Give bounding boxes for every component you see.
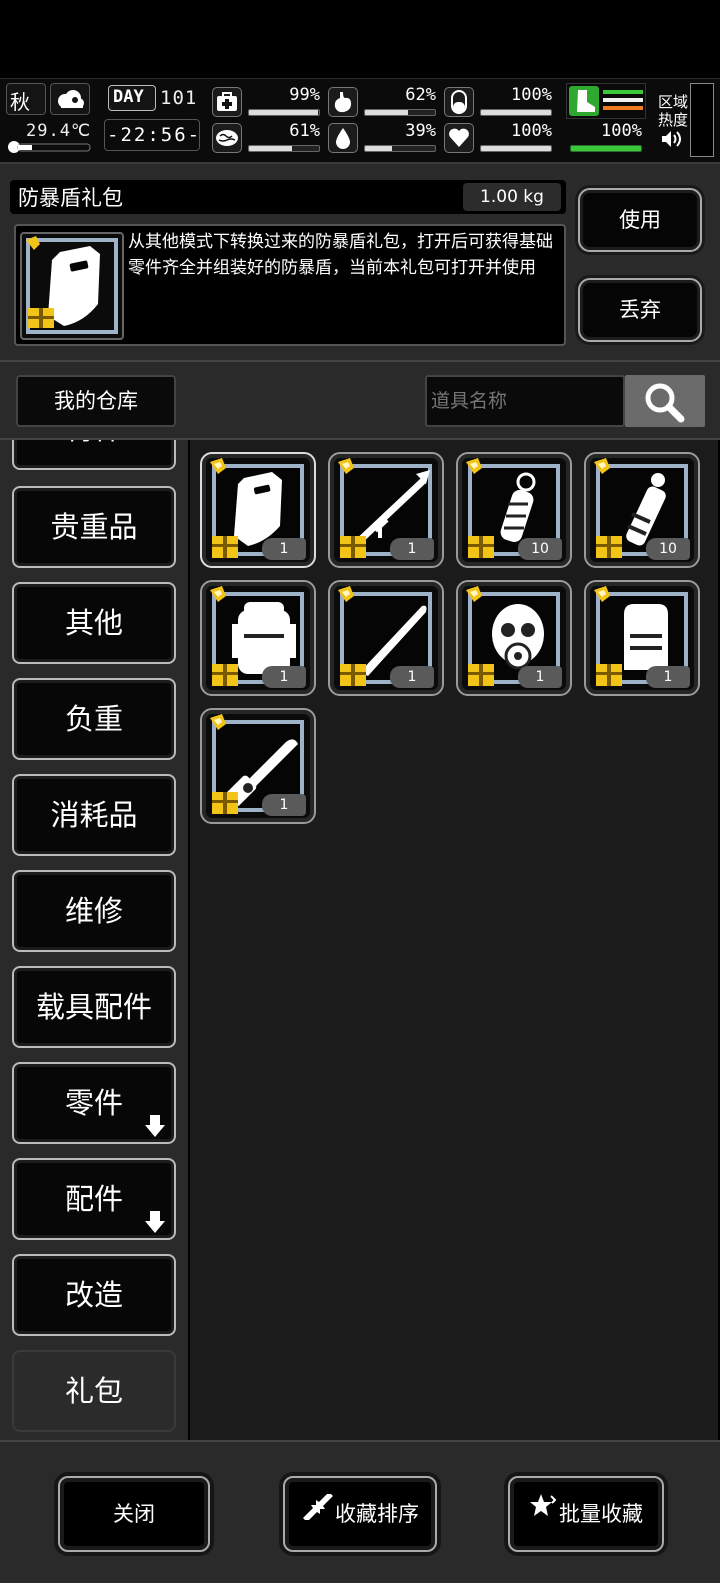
item-count: 1 — [518, 666, 562, 688]
category-label: 礼包 — [64, 1374, 123, 1408]
immunity-value: 100% — [511, 85, 552, 105]
category-vehicle-parts[interactable]: 载具配件 — [12, 966, 176, 1048]
search-button[interactable] — [625, 375, 705, 427]
item-description: 从其他模式下转换过来的防暴盾礼包，打开后可获得基础零件齐全并组装好的防暴盾，当前… — [128, 232, 553, 278]
item-count: 1 — [390, 666, 434, 688]
weather-icon — [50, 83, 90, 115]
season-badge: 秋 — [6, 83, 46, 115]
category-valuables[interactable]: 贵重品 — [12, 486, 176, 568]
category-consumables[interactable]: 消耗品 — [12, 774, 176, 856]
item-slot[interactable]: 1 — [200, 580, 316, 696]
thirst-value: 39% — [405, 121, 436, 141]
health-bar — [248, 109, 320, 116]
category-modification[interactable]: 改造 — [12, 1254, 176, 1336]
day-label: DAY — [113, 87, 144, 107]
thermometer-icon — [6, 139, 92, 153]
item-slot[interactable]: 1 — [328, 580, 444, 696]
season-label: 秋 — [10, 90, 30, 114]
category-label: 贵重品 — [50, 510, 138, 544]
pill-icon — [444, 87, 474, 117]
item-slot[interactable]: 1 — [328, 452, 444, 568]
boot-icon — [569, 86, 599, 116]
status-bar: 秋 29.4℃ DAY 101 -22:56- 99% 61% 62% 39% … — [0, 78, 720, 162]
sanity-value: 61% — [289, 121, 320, 141]
category-gift-packs[interactable]: 礼包 — [12, 1350, 176, 1432]
search-icon — [645, 383, 685, 423]
water-drop-icon — [328, 123, 358, 153]
swap-arrows-icon — [301, 1477, 335, 1549]
item-slot[interactable]: 10 — [584, 452, 700, 568]
mood-bar — [480, 145, 552, 152]
hunger-bar — [364, 109, 436, 116]
item-count: 1 — [262, 794, 306, 816]
discard-button[interactable]: 丢弃 — [578, 278, 702, 342]
stomach-icon — [328, 87, 358, 117]
category-label: 特件 — [65, 440, 123, 446]
batch-favorite-label: 批量收藏 — [559, 1502, 643, 1526]
search-input[interactable] — [425, 375, 625, 427]
item-slot[interactable]: 1 — [200, 708, 316, 824]
item-slot[interactable]: 1 — [200, 452, 316, 568]
item-slot[interactable]: 10 — [456, 452, 572, 568]
zone-heat-label-2: 热度 — [658, 111, 689, 129]
item-count: 10 — [646, 538, 690, 560]
category-label: 消耗品 — [50, 798, 138, 832]
item-count: 1 — [646, 666, 690, 688]
heart-icon — [444, 123, 474, 153]
batch-favorite-button[interactable]: 批量收藏 — [508, 1476, 664, 1552]
arrow-down-icon — [144, 1186, 166, 1233]
item-grid: 1 1 10 10 1 1 1 1 1 — [190, 440, 718, 1440]
category-label: 负重 — [64, 702, 123, 736]
category-carry-weight[interactable]: 负重 — [12, 678, 176, 760]
item-weight: 1.00 kg — [463, 183, 561, 211]
medkit-icon — [212, 87, 242, 117]
item-count: 1 — [262, 538, 306, 560]
category-special[interactable]: 特件 — [12, 440, 176, 470]
hunger-value: 62% — [405, 85, 436, 105]
category-list[interactable]: 特件 贵重品 其他 负重 消耗品 维修 载具配件 零件 配件 改造 礼包 — [0, 440, 186, 1434]
close-label: 关闭 — [113, 1502, 155, 1526]
stamina-value: 100% — [601, 121, 642, 141]
clock-readout: -22:56- — [107, 124, 202, 146]
item-count: 1 — [262, 666, 306, 688]
sanity-bar — [248, 145, 320, 152]
category-label: 其他 — [64, 606, 123, 640]
stamina-panel — [566, 83, 646, 119]
immunity-bar — [480, 109, 552, 116]
item-name: 防暴盾礼包 — [18, 186, 123, 210]
use-button[interactable]: 使用 — [578, 188, 702, 252]
health-value: 99% — [289, 85, 320, 105]
item-slot[interactable]: 1 — [456, 580, 572, 696]
temperature-readout: 29.4℃ — [26, 121, 92, 141]
day-number: 101 — [160, 87, 198, 109]
day-badge: DAY — [108, 85, 156, 111]
item-preview — [20, 232, 124, 340]
item-count: 10 — [518, 538, 562, 560]
category-label: 配件 — [64, 1182, 123, 1216]
zone-heat-meter — [690, 83, 714, 157]
item-slot[interactable]: 1 — [584, 580, 700, 696]
favorite-sort-label: 收藏排序 — [335, 1502, 419, 1526]
close-button[interactable]: 关闭 — [58, 1476, 210, 1552]
clock-box: -22:56- — [104, 119, 200, 151]
category-label: 维修 — [64, 894, 123, 928]
favorite-sort-button[interactable]: 收藏排序 — [283, 1476, 437, 1552]
speaker-icon[interactable] — [660, 129, 684, 149]
star-icon — [529, 1477, 559, 1549]
category-attachments[interactable]: 配件 — [12, 1158, 176, 1240]
category-label: 改造 — [64, 1278, 123, 1312]
category-label: 零件 — [64, 1086, 123, 1120]
category-label: 载具配件 — [35, 990, 152, 1024]
thirst-bar — [364, 145, 436, 152]
category-repair[interactable]: 维修 — [12, 870, 176, 952]
stamina-bar — [570, 145, 642, 152]
category-other[interactable]: 其他 — [12, 582, 176, 664]
category-components[interactable]: 零件 — [12, 1062, 176, 1144]
arrow-down-icon — [144, 1090, 166, 1137]
riot-shield-icon — [26, 236, 118, 334]
brain-icon — [212, 123, 242, 153]
item-count: 1 — [390, 538, 434, 560]
mood-value: 100% — [511, 121, 552, 141]
warehouse-title: 我的仓库 — [16, 375, 176, 427]
